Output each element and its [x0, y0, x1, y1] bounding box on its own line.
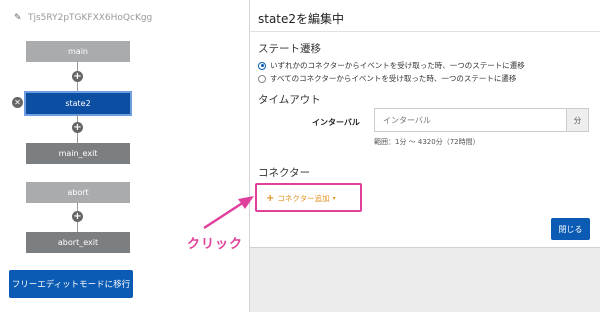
interval-unit: 分 — [567, 108, 589, 132]
connector-heading: コネクター — [258, 167, 311, 179]
flow-name-text: Tjs5RY2pTGKFXX6HoQcKgg — [28, 13, 153, 23]
radio-button[interactable] — [258, 74, 266, 83]
add-node-plus-icon[interactable]: + — [72, 211, 83, 222]
free-edit-mode-button[interactable]: フリーエディットモードに移行 — [9, 270, 133, 298]
node-main-exit-label: main_exit — [58, 149, 98, 158]
panel-title: state2を編集中 — [258, 12, 345, 26]
interval-input[interactable] — [374, 108, 567, 132]
node-state2-label: state2 — [65, 99, 91, 108]
plus-icon: + — [266, 192, 275, 204]
state-edit-panel: state2を編集中 ステート遷移 いずれかのコネクターからイベントを受け取った… — [250, 0, 600, 248]
pencil-icon[interactable]: ✎ — [14, 14, 22, 23]
annotation-arrow-icon — [203, 196, 254, 230]
add-connector-button[interactable]: + コネクター追加 ▾ — [266, 193, 336, 204]
add-connector-label: コネクター追加 — [277, 194, 330, 203]
add-node-plus-icon[interactable]: + — [72, 122, 83, 133]
node-abort-label: abort — [67, 188, 89, 197]
close-button[interactable]: 閉じる — [551, 218, 590, 240]
option-all-label: すべてのコネクターからイベントを受け取った時、一つのステートに遷移 — [270, 74, 517, 83]
node-main[interactable]: main — [26, 41, 130, 62]
caret-down-icon: ▾ — [332, 195, 336, 202]
flow-name[interactable]: ✎ Tjs5RY2pTGKFXX6HoQcKgg — [14, 13, 152, 23]
node-abort-exit-label: abort_exit — [57, 238, 99, 247]
node-main-label: main — [68, 47, 88, 56]
interval-range-hint: 範囲：1分 〜 4320分（72時間） — [374, 138, 480, 146]
node-abort-exit[interactable]: abort_exit — [26, 232, 130, 253]
node-abort[interactable]: abort — [26, 182, 130, 203]
transition-heading: ステート遷移 — [258, 43, 321, 55]
delete-node-icon[interactable]: ✕ — [12, 97, 23, 108]
interval-label: インターバル — [312, 118, 360, 127]
flow-panel: ✎ Tjs5RY2pTGKFXX6HoQcKgg main + ✕ state2… — [0, 0, 250, 312]
annotation-click-text: クリック — [187, 237, 244, 252]
divider — [250, 31, 600, 32]
transition-option-any[interactable]: いずれかのコネクターからイベントを受け取った時、一つのステートに遷移 — [258, 60, 525, 71]
transition-option-all[interactable]: すべてのコネクターからイベントを受け取った時、一つのステートに遷移 — [258, 73, 516, 84]
node-state2[interactable]: state2 — [26, 93, 130, 114]
timeout-heading: タイムアウト — [258, 94, 321, 106]
radio-button[interactable] — [258, 61, 266, 70]
add-node-plus-icon[interactable]: + — [72, 71, 83, 82]
option-any-label: いずれかのコネクターからイベントを受け取った時、一つのステートに遷移 — [270, 61, 525, 70]
node-main-exit[interactable]: main_exit — [26, 143, 130, 164]
